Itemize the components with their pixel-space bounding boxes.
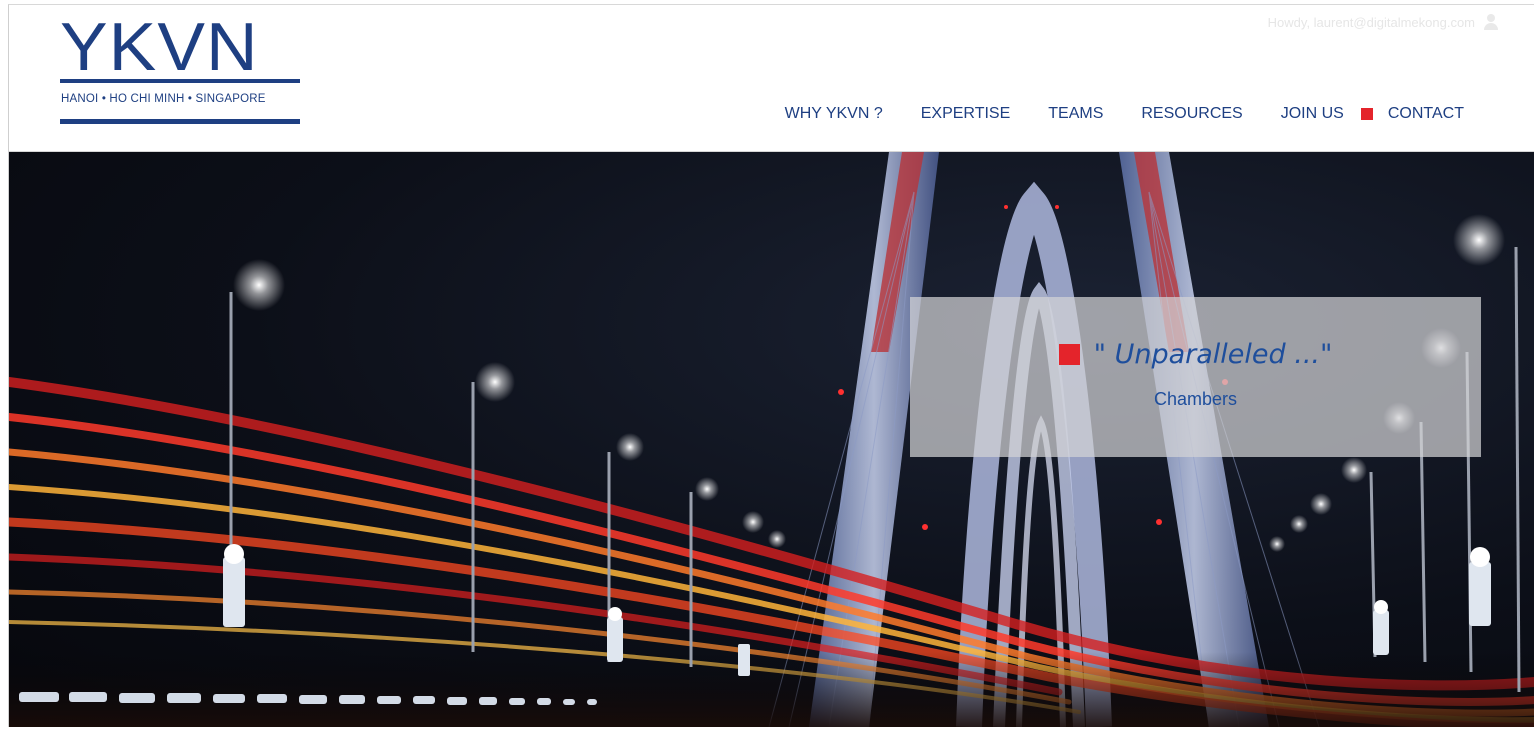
site-header: YKVN HANOI • HO CHI MINH • SINGAPORE How… bbox=[9, 5, 1534, 152]
testimonial-source: Chambers bbox=[1153, 389, 1238, 409]
logo-cities: HANOI • HO CHI MINH • SINGAPORE bbox=[61, 93, 266, 105]
logo-divider-top bbox=[60, 79, 300, 83]
admin-greeting[interactable]: Howdy, laurent@digitalmekong.com bbox=[1268, 13, 1499, 31]
logo-wordmark: YKVN bbox=[60, 9, 259, 85]
user-avatar-icon bbox=[1483, 13, 1499, 31]
nav-item-teams[interactable]: TEAMS bbox=[1029, 105, 1122, 123]
main-navigation: WHY YKVN ? EXPERTISE TEAMS RESOURCES JOI… bbox=[766, 105, 1483, 123]
nav-item-expertise[interactable]: EXPERTISE bbox=[902, 105, 1030, 123]
user-greeting-text: Howdy, laurent@digitalmekong.com bbox=[1267, 14, 1475, 30]
site-logo[interactable]: YKVN HANOI • HO CHI MINH • SINGAPORE bbox=[60, 13, 302, 127]
hero-banner: " Unparalleled ..." Chambers bbox=[9, 152, 1534, 727]
nav-item-why-ykvn[interactable]: WHY YKVN ? bbox=[766, 105, 902, 123]
logo-divider-bottom bbox=[60, 119, 300, 124]
testimonial-quote-line: " Unparalleled ..." bbox=[910, 339, 1481, 370]
testimonial-quote: " Unparalleled ..." bbox=[1093, 339, 1333, 370]
testimonial-box: " Unparalleled ..." Chambers bbox=[910, 297, 1481, 457]
nav-item-join-us[interactable]: JOIN US bbox=[1262, 105, 1363, 123]
quote-red-square bbox=[1058, 344, 1080, 365]
nav-item-contact[interactable]: CONTACT bbox=[1369, 105, 1483, 123]
browser-viewport: YKVN HANOI • HO CHI MINH • SINGAPORE How… bbox=[8, 4, 1534, 727]
nav-item-resources[interactable]: RESOURCES bbox=[1122, 105, 1261, 123]
